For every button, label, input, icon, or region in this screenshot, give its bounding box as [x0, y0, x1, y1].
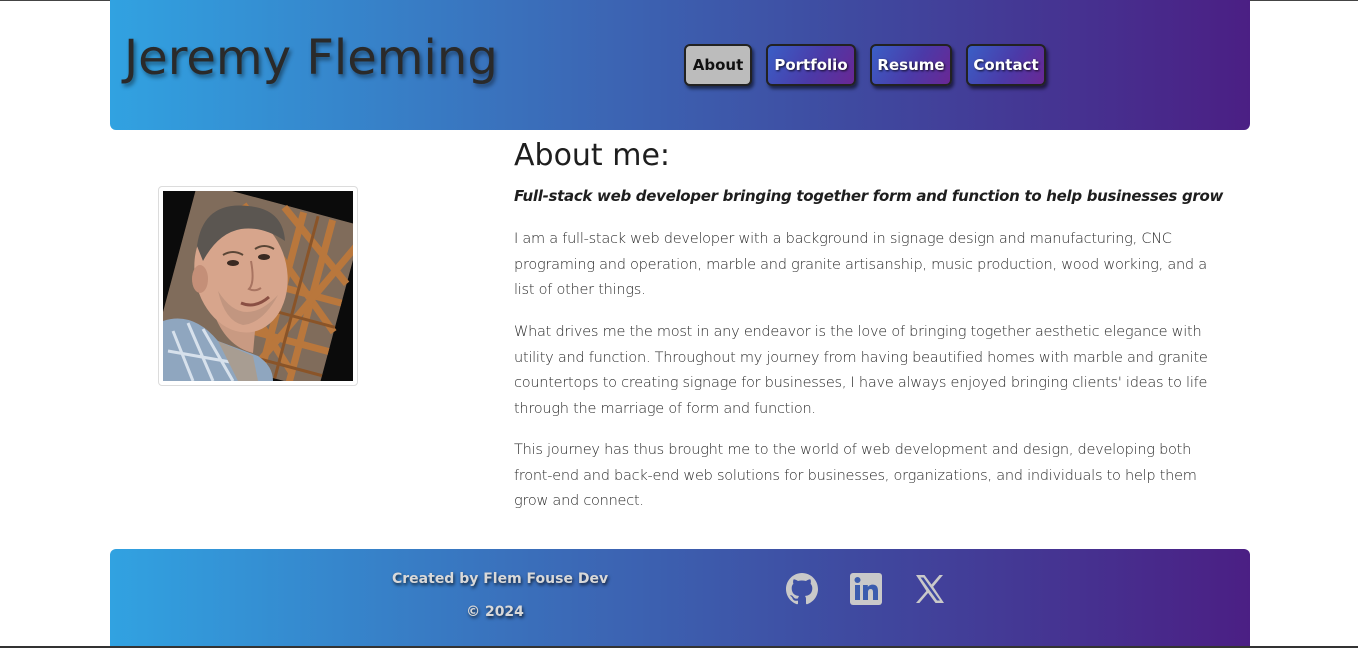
footer-credit: Created by Flem Fouse Dev: [392, 571, 609, 587]
nav-resume-button[interactable]: Resume: [870, 44, 952, 86]
linkedin-icon[interactable]: [848, 571, 884, 607]
x-icon[interactable]: [912, 571, 948, 607]
profile-photo-image: [163, 191, 353, 381]
about-paragraph: I am a full-stack web developer with a b…: [514, 231, 1207, 299]
profile-photo: [163, 191, 353, 381]
about-paragraph: What drives me the most in any endeavor …: [514, 324, 1208, 417]
site-footer: Created by Flem Fouse Dev © 2024: [110, 549, 1250, 646]
site-header: Jeremy Fleming About Portfolio Resume Co…: [110, 0, 1250, 130]
profile-photo-frame: [158, 186, 358, 386]
nav-about-button[interactable]: About: [684, 44, 752, 86]
footer-copyright: © 2024: [466, 604, 524, 620]
main-nav: About Portfolio Resume Contact: [684, 44, 1046, 86]
about-heading: About me:: [514, 138, 671, 173]
github-icon[interactable]: [784, 571, 820, 607]
site-title[interactable]: Jeremy Fleming: [124, 30, 498, 86]
about-paragraph: This journey has thus brought me to the …: [514, 442, 1197, 510]
about-tagline: Full-stack web developer bringing togeth…: [514, 187, 1224, 205]
nav-portfolio-button[interactable]: Portfolio: [766, 44, 856, 86]
nav-contact-button[interactable]: Contact: [966, 44, 1046, 86]
